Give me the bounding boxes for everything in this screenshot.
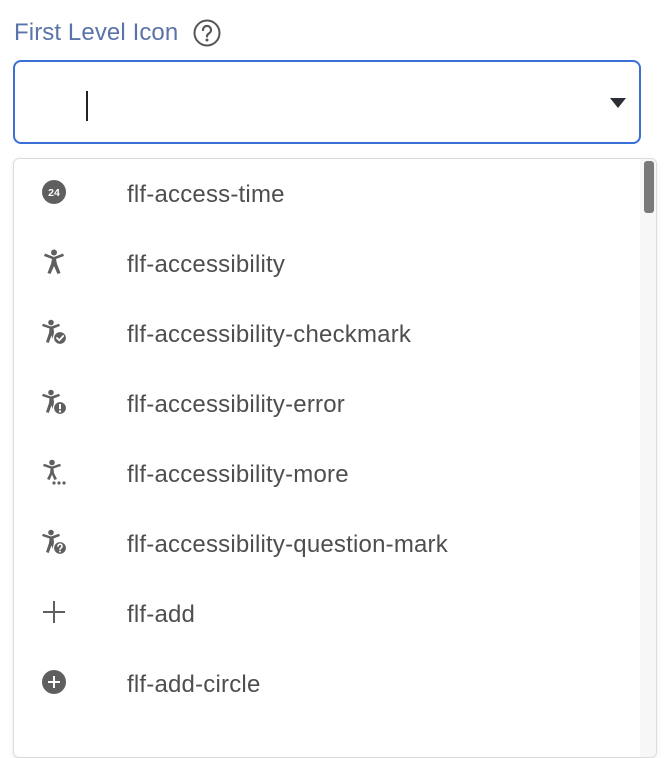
option-item[interactable]: 24 flf-access-time (14, 159, 639, 229)
text-caret (86, 91, 88, 121)
option-item[interactable]: flf-add (14, 579, 639, 649)
access-time-24-icon: 24 (40, 178, 68, 206)
option-item[interactable]: flf-accessibility-error (14, 369, 639, 439)
add-circle-icon (40, 668, 68, 696)
accessibility-error-icon (40, 388, 68, 416)
option-label: flf-accessibility-error (127, 391, 345, 418)
option-item[interactable]: flf-accessibility-question-mark (14, 509, 639, 579)
chevron-down-icon[interactable] (610, 98, 626, 108)
menu-scrollbar[interactable] (640, 159, 656, 757)
option-item[interactable]: flf-accessibility-more (14, 439, 639, 509)
accessibility-icon (40, 248, 68, 276)
field-label: First Level Icon (14, 19, 179, 46)
option-item[interactable]: flf-accessibility (14, 229, 639, 299)
scrollbar-thumb[interactable] (644, 161, 654, 213)
option-label: flf-add-circle (127, 671, 261, 698)
option-label: flf-accessibility (127, 251, 286, 278)
option-label: flf-accessibility-question-mark (127, 531, 448, 558)
option-item[interactable]: flf-accessibility-checkmark (14, 299, 639, 369)
option-label: flf-accessibility-checkmark (127, 321, 412, 348)
option-item[interactable]: flf-add-circle (14, 649, 639, 719)
question-circle-icon[interactable] (192, 18, 222, 48)
icon-options-menu: 24 flf-access-time flf-accessibility flf… (13, 158, 657, 758)
add-icon (40, 598, 68, 626)
field-label-row: First Level Icon (14, 16, 222, 50)
option-label: flf-access-time (127, 181, 285, 208)
option-label: flf-accessibility-more (127, 461, 349, 488)
accessibility-more-icon (40, 458, 68, 486)
option-label: flf-add (127, 601, 196, 628)
svg-text:24: 24 (48, 187, 60, 199)
accessibility-question-mark-icon (40, 528, 68, 556)
icon-select-input[interactable] (13, 60, 641, 144)
accessibility-checkmark-icon (40, 318, 68, 346)
